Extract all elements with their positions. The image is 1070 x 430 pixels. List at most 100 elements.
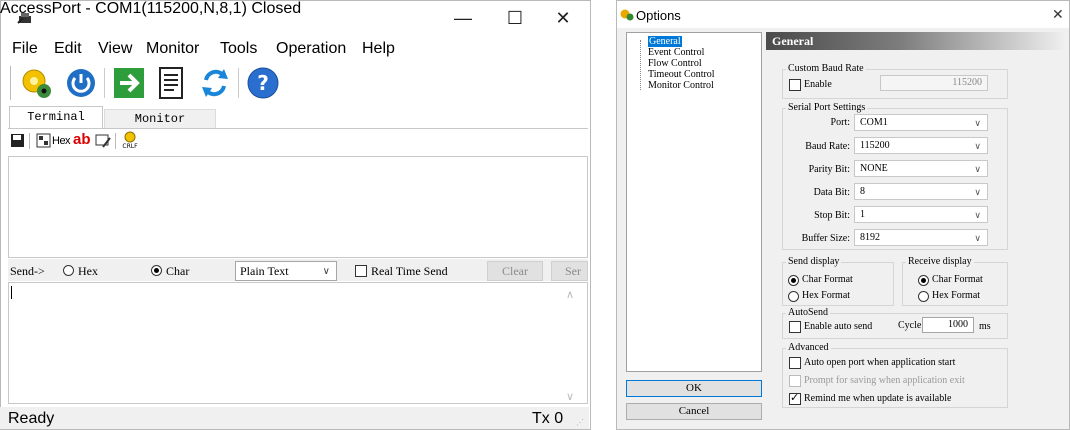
custom-baud-input[interactable]: 115200 — [880, 75, 988, 91]
refresh-arrows-icon[interactable] — [198, 66, 232, 100]
tree-item-monitor-control[interactable]: Monitor Control — [648, 80, 714, 91]
maximize-button[interactable]: ☐ — [492, 0, 538, 36]
cycle-input[interactable]: 1000 — [922, 317, 974, 333]
text-cursor — [11, 286, 12, 299]
options-title: Options — [636, 8, 681, 23]
send-textarea[interactable] — [8, 282, 588, 404]
minimize-button[interactable]: — — [440, 0, 486, 36]
menu-edit[interactable]: Edit — [54, 40, 82, 58]
toolbar-separator — [104, 68, 105, 98]
prompt-save-label: Prompt for saving when application exit — [804, 375, 965, 386]
receive-hex-format-radio[interactable] — [918, 291, 929, 302]
menu-help[interactable]: Help — [362, 40, 395, 58]
char-radio-label: Char — [166, 264, 190, 278]
clear-eraser-icon[interactable] — [95, 133, 111, 148]
svg-text:CRLF: CRLF — [122, 143, 138, 149]
realtime-send-label: Real Time Send — [371, 264, 448, 278]
scroll-up-icon[interactable]: ∧ — [566, 288, 574, 301]
tree-item-flow-control[interactable]: Flow Control — [648, 58, 702, 69]
settings-gear-icon[interactable] — [20, 66, 54, 100]
options-app-icon — [620, 9, 634, 21]
send-button[interactable]: Ser — [551, 261, 588, 281]
parity-bit-select[interactable]: NONE ∨ — [854, 160, 988, 177]
baud-rate-label: Baud Rate: — [805, 141, 850, 152]
options-title-bar — [617, 1, 1069, 28]
ok-button[interactable]: OK — [626, 380, 762, 397]
tab-terminal[interactable]: Terminal — [9, 106, 103, 128]
status-bar — [0, 407, 589, 429]
send-label: Send-> — [10, 264, 45, 278]
hex-grid-icon[interactable] — [36, 133, 51, 148]
options-close-button[interactable]: ✕ — [1052, 6, 1064, 23]
svg-text:?: ? — [257, 71, 269, 95]
data-bit-label: Data Bit: — [813, 187, 850, 198]
crlf-icon[interactable]: CRLF — [121, 131, 139, 149]
send-char-format-radio[interactable] — [788, 275, 799, 286]
receive-textarea[interactable] — [8, 156, 588, 258]
tab-monitor[interactable]: Monitor — [104, 109, 216, 128]
hex-radio[interactable] — [63, 265, 74, 276]
prompt-save-checkbox[interactable] — [789, 375, 801, 387]
buffer-size-select[interactable]: 8192 ∨ — [854, 229, 988, 246]
stop-bit-label: Stop Bit: — [814, 210, 850, 221]
format-select[interactable]: Plain Text ∨ — [235, 261, 337, 281]
data-bit-select[interactable]: 8 ∨ — [854, 183, 988, 200]
toolbar-grip — [10, 66, 15, 100]
clear-button[interactable]: Clear — [487, 261, 543, 281]
ab-char-toggle[interactable]: ab — [73, 131, 91, 148]
auto-open-checkbox[interactable] — [789, 357, 801, 369]
toolbar-separator — [238, 68, 239, 98]
stop-bit-select[interactable]: 1 ∨ — [854, 206, 988, 223]
tree-item-general[interactable]: General — [648, 36, 682, 47]
cancel-button[interactable]: Cancel — [626, 403, 762, 420]
menu-operation[interactable]: Operation — [276, 40, 346, 58]
baud-rate-select[interactable]: 115200 ∨ — [854, 137, 988, 154]
char-radio[interactable] — [151, 265, 162, 276]
hex-toggle[interactable]: Hex — [52, 135, 71, 147]
advanced-group-label: Advanced — [786, 342, 831, 353]
document-icon[interactable] — [154, 66, 188, 100]
separator — [29, 133, 30, 149]
custom-baud-group-label: Custom Baud Rate — [786, 63, 866, 74]
autosend-enable-checkbox[interactable] — [789, 321, 801, 333]
cycle-unit: ms — [979, 321, 991, 332]
resize-grip-icon[interactable]: ⋰ — [576, 418, 584, 427]
buffer-size-label: Buffer Size: — [801, 233, 850, 244]
auto-open-label: Auto open port when application start — [804, 357, 956, 368]
cycle-label: Cycle — [898, 320, 922, 331]
autosend-enable-label: Enable auto send — [804, 321, 873, 332]
power-icon[interactable] — [64, 66, 98, 100]
send-display-group-label: Send display — [786, 256, 842, 267]
custom-baud-enable-label: Enable — [804, 79, 832, 90]
tx-counter: Tx 0 — [532, 410, 564, 427]
port-label: Port: — [830, 117, 850, 128]
scroll-down-icon[interactable]: ∨ — [566, 390, 574, 403]
parity-bit-label: Parity Bit: — [808, 164, 850, 175]
hex-radio-label: Hex — [78, 264, 98, 278]
send-hex-format-radio[interactable] — [788, 291, 799, 302]
status-text: Ready — [8, 410, 55, 427]
send-char-format-label: Char Format — [802, 274, 853, 285]
tree-item-timeout-control[interactable]: Timeout Control — [648, 69, 715, 80]
save-disk-icon[interactable] — [10, 133, 25, 148]
serial-settings-group-label: Serial Port Settings — [786, 102, 868, 113]
tree-line — [640, 40, 642, 90]
realtime-send-checkbox[interactable] — [355, 265, 367, 277]
receive-char-format-radio[interactable] — [918, 275, 929, 286]
send-hex-format-label: Hex Format — [802, 290, 851, 301]
menu-tools[interactable]: Tools — [220, 40, 257, 58]
close-button[interactable]: ✕ — [540, 0, 586, 36]
menu-file[interactable]: File — [12, 40, 38, 58]
menu-view[interactable]: View — [98, 40, 132, 58]
port-select[interactable]: COM1 ∨ — [854, 114, 988, 131]
send-arrow-icon[interactable] — [112, 66, 146, 100]
custom-baud-enable-checkbox[interactable] — [789, 79, 801, 91]
menu-monitor[interactable]: Monitor — [146, 40, 199, 58]
window-title: AccessPort - COM1(115200,N,8,1) Closed — [0, 0, 302, 17]
receive-display-group-label: Receive display — [906, 256, 974, 267]
separator — [115, 133, 116, 149]
help-icon[interactable]: ? — [246, 66, 280, 100]
remind-update-checkbox[interactable] — [789, 391, 801, 405]
tree-item-event-control[interactable]: Event Control — [648, 47, 704, 58]
autosend-group-label: AutoSend — [786, 307, 830, 318]
